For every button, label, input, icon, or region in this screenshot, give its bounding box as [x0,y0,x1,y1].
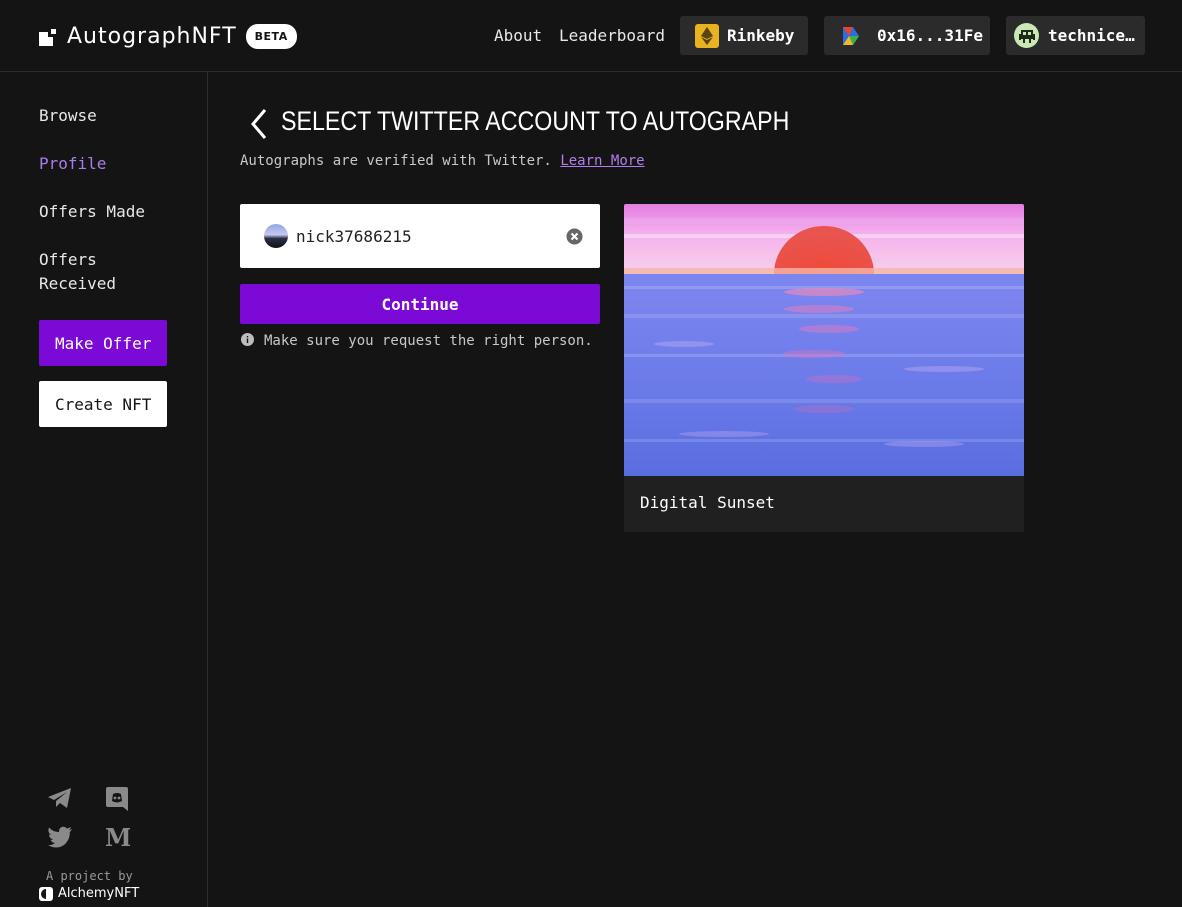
svg-text:M: M [105,826,130,848]
nav-leaderboard[interactable]: Leaderboard [559,26,665,45]
wallet-address: 0x16...31Fe [877,26,983,45]
sidebar-item-browse[interactable]: Browse [39,104,169,128]
alchemy-link[interactable]: AlchemyNFT [39,886,139,901]
page-title: SELECT TWITTER ACCOUNT TO AUTOGRAPH [281,106,790,136]
nft-image [624,204,1024,476]
brand-name: AutographNFT [67,23,237,49]
create-nft-button[interactable]: Create NFT [39,381,167,427]
hint: Make sure you request the right person. [241,332,593,349]
sidebar: Browse Profile Offers Made Offers Receiv… [0,72,208,907]
nft-title: Digital Sunset [640,493,775,512]
twitter-icon[interactable] [47,824,73,850]
brand-logo[interactable]: AutographNFT BETA [39,22,297,50]
nav-about[interactable]: About [494,26,542,45]
page-subtitle: Autographs are verified with Twitter. Le… [240,153,645,169]
nft-card[interactable]: Digital Sunset [624,204,1024,532]
top-bar: AutographNFT BETA About Leaderboard Rink… [0,0,1182,72]
alchemy-label: AlchemyNFT [58,886,140,901]
user-name: technice… [1048,26,1135,45]
logo-icon [39,26,59,46]
sidebar-item-profile[interactable]: Profile [39,152,169,176]
wallet-icon [839,24,863,48]
medium-icon[interactable]: M [104,824,130,850]
info-icon [241,332,254,346]
sidebar-item-offers-received[interactable]: Offers Received [39,248,169,296]
beta-badge: BETA [245,23,297,49]
discord-icon[interactable] [104,786,130,812]
account-avatar [264,224,288,248]
user-avatar-icon [1014,23,1039,48]
telegram-icon[interactable] [47,785,73,811]
account-handle: nick37686215 [296,226,412,246]
wallet-button[interactable]: 0x16...31Fe [824,16,990,55]
clear-icon[interactable] [566,228,583,245]
subtitle-text: Autographs are verified with Twitter. [240,153,552,169]
ethereum-icon [695,23,719,48]
twitter-account-field[interactable]: nick37686215 [240,204,600,268]
user-menu-button[interactable]: technice… [1006,16,1145,55]
project-by-label: A project by [46,869,133,883]
hint-text: Make sure you request the right person. [264,333,593,349]
make-offer-button[interactable]: Make Offer [39,320,167,366]
sidebar-item-offers-made[interactable]: Offers Made [39,200,169,224]
network-label: Rinkeby [727,26,795,45]
back-arrow-icon[interactable] [247,106,271,142]
continue-button[interactable]: Continue [240,284,600,324]
alchemy-logo-icon [39,886,53,901]
network-selector[interactable]: Rinkeby [680,16,808,55]
learn-more-link[interactable]: Learn More [560,153,644,169]
